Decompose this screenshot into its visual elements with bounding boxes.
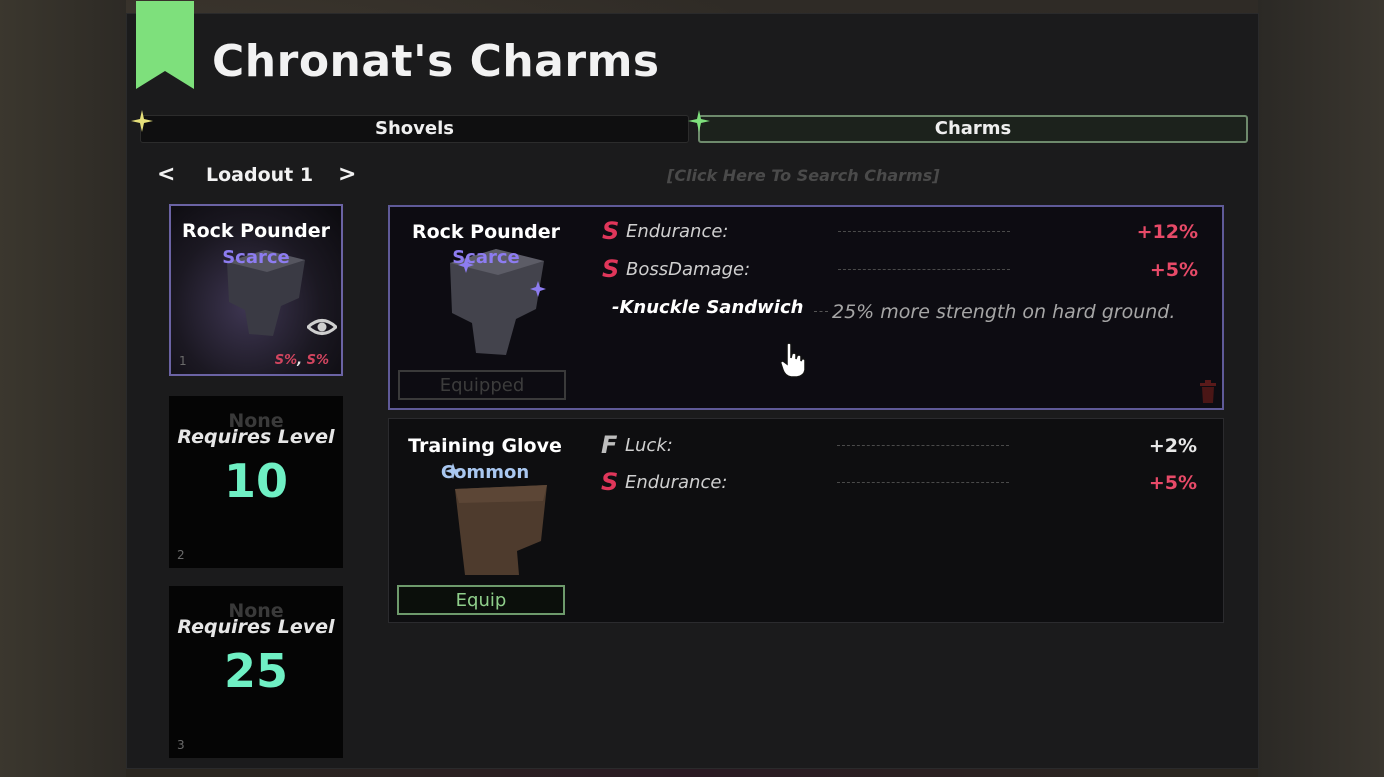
grade-badge: S (601, 468, 619, 496)
stat-label: BossDamage: (626, 259, 751, 280)
bookmark-ribbon-icon (136, 1, 194, 89)
slot-stat-summary: S%, S% (274, 353, 329, 368)
grade-badge: F (601, 431, 618, 459)
charm-slot-3[interactable]: None Requires Level 25 3 (169, 586, 343, 758)
stat-row: S Endurance: +12% (602, 219, 1198, 245)
grade-badge: S (602, 217, 620, 245)
stat-divider (837, 445, 1009, 446)
stat-divider (838, 269, 1010, 270)
background-right (1258, 0, 1384, 777)
stat-row: S Endurance: +5% (601, 470, 1197, 496)
equip-button[interactable]: Equip (397, 585, 565, 615)
hand-cursor-icon (780, 342, 806, 378)
stat-value: +12% (1136, 221, 1198, 243)
stat-label: Endurance: (625, 472, 728, 493)
sparkle-icon (131, 110, 153, 132)
slot-number: 1 (179, 354, 187, 368)
charm-name: Rock Pounder (411, 221, 561, 243)
stat-label: Endurance: (626, 221, 729, 242)
slot-number: 2 (177, 548, 185, 562)
trash-icon[interactable] (1198, 380, 1218, 404)
slot-item-rarity: Scarce (222, 247, 290, 268)
charm-slot-2[interactable]: None Requires Level 10 2 (169, 396, 343, 568)
page-title: Chronat's Charms (212, 36, 660, 87)
stat-divider (838, 231, 1010, 232)
ability-description: 25% more strength on hard ground. (832, 301, 1176, 323)
slot-requires-label: Requires Level (177, 426, 335, 448)
stat-label: Luck: (625, 435, 673, 456)
slot-item-name: Rock Pounder (181, 220, 331, 242)
tab-shovels[interactable]: Shovels (140, 115, 689, 143)
grade-badge: S (602, 255, 620, 283)
equipped-button[interactable]: Equipped (398, 370, 566, 400)
background-left (0, 0, 126, 777)
slot-required-level: 25 (223, 644, 288, 698)
charm-card-training-glove[interactable]: Training Glove Common Equip F Luck: +2% … (388, 418, 1224, 623)
slot-number: 3 (177, 738, 185, 752)
loadout-prev-button[interactable]: < (157, 162, 175, 187)
ability-name: -Knuckle Sandwich (612, 297, 804, 318)
charm-card-rock-pounder[interactable]: Rock Pounder Scarce Equipped S Endurance… (388, 205, 1224, 410)
ability-divider (814, 311, 828, 312)
loadout-name: Loadout 1 (206, 164, 314, 186)
stat-value: +2% (1148, 435, 1197, 457)
search-charms-input[interactable]: [Click Here To Search Charms] (667, 166, 940, 185)
stat-divider (837, 482, 1009, 483)
stat-row: F Luck: +2% (601, 433, 1197, 459)
charms-panel: Chronat's Charms Shovels Charms < Loadou… (126, 1, 1259, 769)
sparkle-icon (688, 110, 710, 132)
charm-rarity: Scarce (452, 247, 520, 268)
stat-value: +5% (1149, 259, 1198, 281)
loadout-next-button[interactable]: > (338, 162, 356, 187)
charm-slot-1[interactable]: Rock Pounder Scarce 1 S%, S% (169, 204, 343, 376)
charm-name: Training Glove (408, 435, 562, 457)
slot-required-level: 10 (223, 454, 288, 508)
slot-requires-label: Requires Level (177, 616, 335, 638)
stat-row: S BossDamage: +5% (602, 257, 1198, 283)
stat-value: +5% (1148, 472, 1197, 494)
tab-charms[interactable]: Charms (698, 115, 1248, 143)
charm-rarity: Common (440, 462, 530, 483)
eye-icon[interactable] (307, 316, 337, 338)
